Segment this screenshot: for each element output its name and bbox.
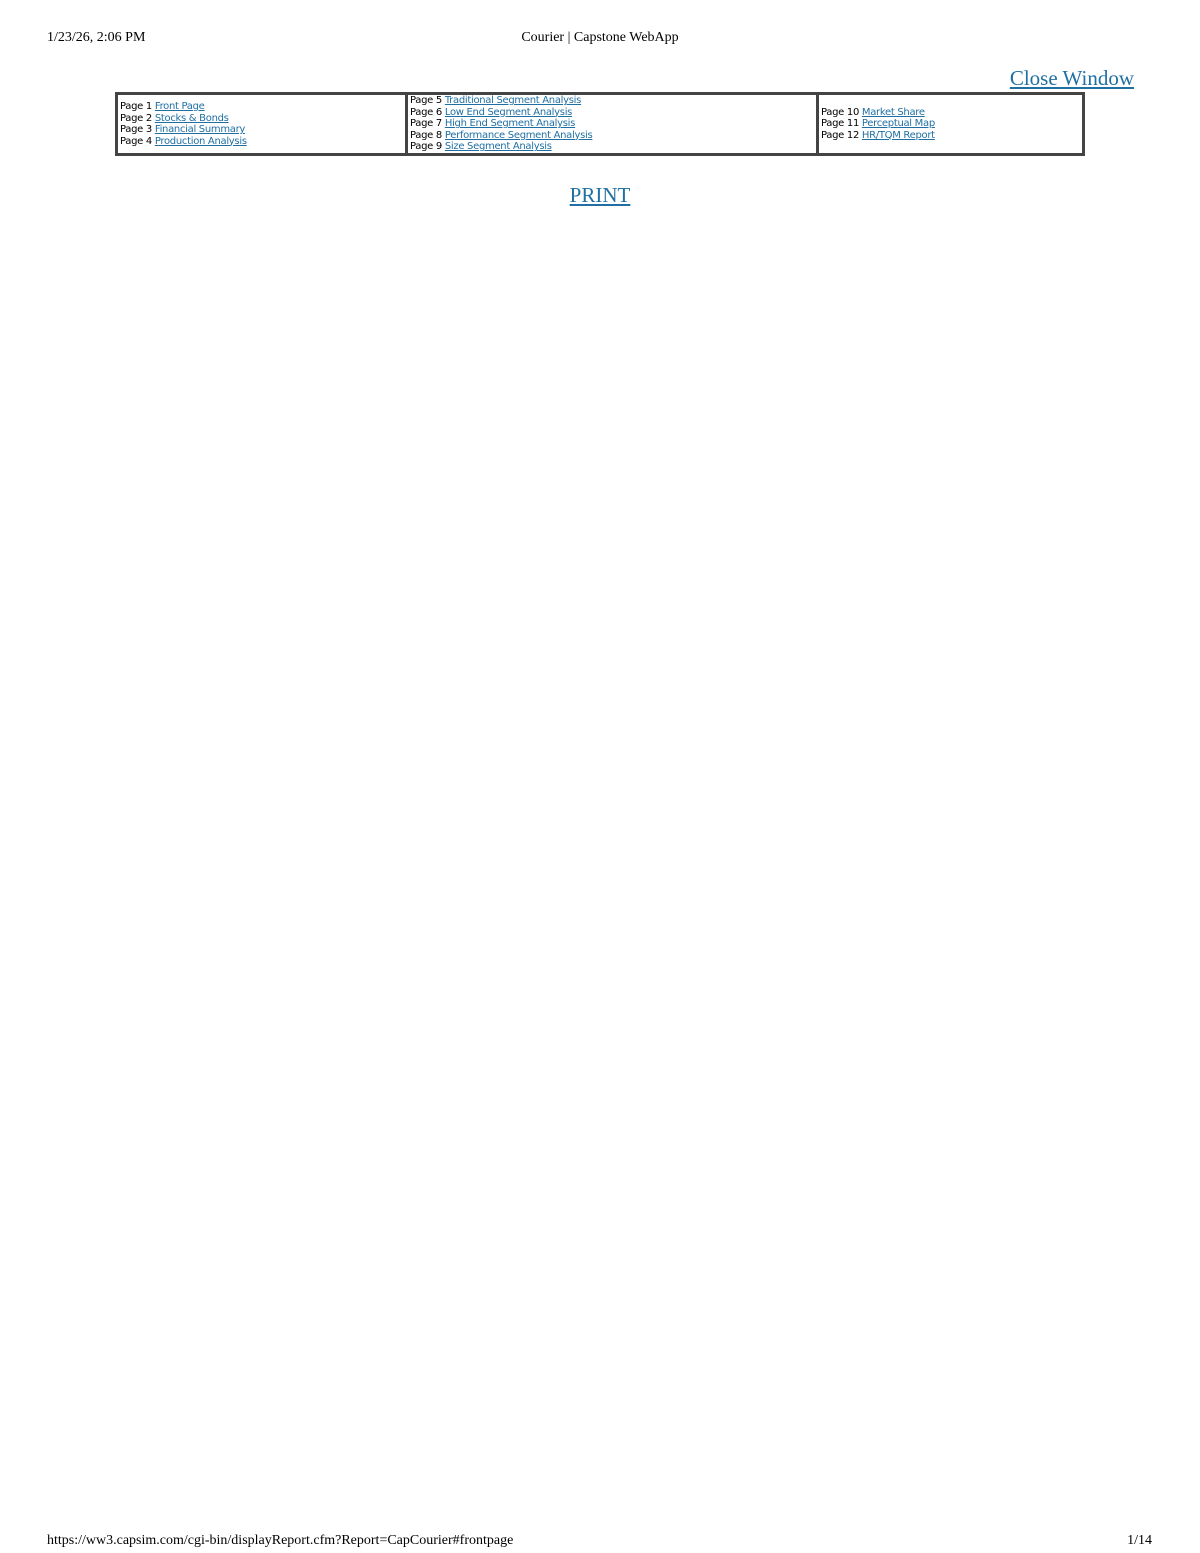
traditional-segment-link[interactable]: Traditional Segment Analysis [445,95,582,106]
print-footer-url: https://ww3.capsim.com/cgi-bin/displayRe… [47,1533,514,1548]
production-analysis-link[interactable]: Production Analysis [155,136,247,147]
nav-column-3: Page 10 Market Share Page 11 Perceptual … [819,95,1082,153]
size-segment-link[interactable]: Size Segment Analysis [445,141,552,152]
nav-page-number: Page 3 [120,124,152,135]
nav-item-size-segment: Page 9 Size Segment Analysis [410,141,816,153]
nav-page-number: Page 11 [821,118,860,130]
nav-item-front-page: Page 1 Front Page [120,101,405,113]
close-window-link[interactable]: Close Window [1010,66,1134,91]
nav-item-perceptual-map: Page 11 Perceptual Map [821,118,1082,130]
nav-item-high-end-segment: Page 7 High End Segment Analysis [410,118,816,130]
nav-column-1: Page 1 Front Page Page 2 Stocks & Bonds … [118,95,408,153]
nav-item-low-end-segment: Page 6 Low End Segment Analysis [410,107,816,119]
nav-page-number: Page 1 [120,101,152,112]
nav-item-stocks-bonds: Page 2 Stocks & Bonds [120,113,405,125]
low-end-segment-link[interactable]: Low End Segment Analysis [445,107,573,118]
front-page-link[interactable]: Front Page [155,101,205,112]
nav-page-number: Page 9 [410,141,442,153]
nav-item-hr-tqm-report: Page 12 HR/TQM Report [821,130,1082,142]
stocks-bonds-link[interactable]: Stocks & Bonds [155,113,229,124]
financial-summary-link[interactable]: Financial Summary [155,124,246,135]
perceptual-map-link[interactable]: Perceptual Map [862,118,935,129]
nav-page-number: Page 7 [410,118,442,130]
nav-column-2: Page 5 Traditional Segment Analysis Page… [408,95,819,153]
nav-page-number: Page 6 [410,106,442,118]
nav-page-number: Page 8 [410,129,442,141]
hr-tqm-report-link[interactable]: HR/TQM Report [862,130,935,141]
nav-page-number: Page 12 [821,129,860,141]
report-page-navigation: Page 1 Front Page Page 2 Stocks & Bonds … [115,92,1085,156]
nav-item-financial-summary: Page 3 Financial Summary [120,124,405,136]
nav-page-number: Page 5 [410,95,442,107]
print-footer-page-number: 1/14 [1127,1533,1152,1548]
market-share-link[interactable]: Market Share [862,107,925,118]
nav-item-production-analysis: Page 4 Production Analysis [120,136,405,148]
print-header-title: Courier | Capstone WebApp [521,30,679,45]
performance-segment-link[interactable]: Performance Segment Analysis [445,130,593,141]
nav-page-number: Page 4 [120,135,152,147]
nav-item-traditional-segment: Page 5 Traditional Segment Analysis [410,95,816,107]
nav-page-number: Page 2 [120,112,152,124]
nav-item-market-share: Page 10 Market Share [821,107,1082,119]
high-end-segment-link[interactable]: High End Segment Analysis [445,118,576,129]
nav-item-performance-segment: Page 8 Performance Segment Analysis [410,130,816,142]
print-link[interactable]: PRINT [570,183,631,207]
nav-page-number: Page 10 [821,106,860,118]
print-link-container: PRINT [0,183,1200,208]
